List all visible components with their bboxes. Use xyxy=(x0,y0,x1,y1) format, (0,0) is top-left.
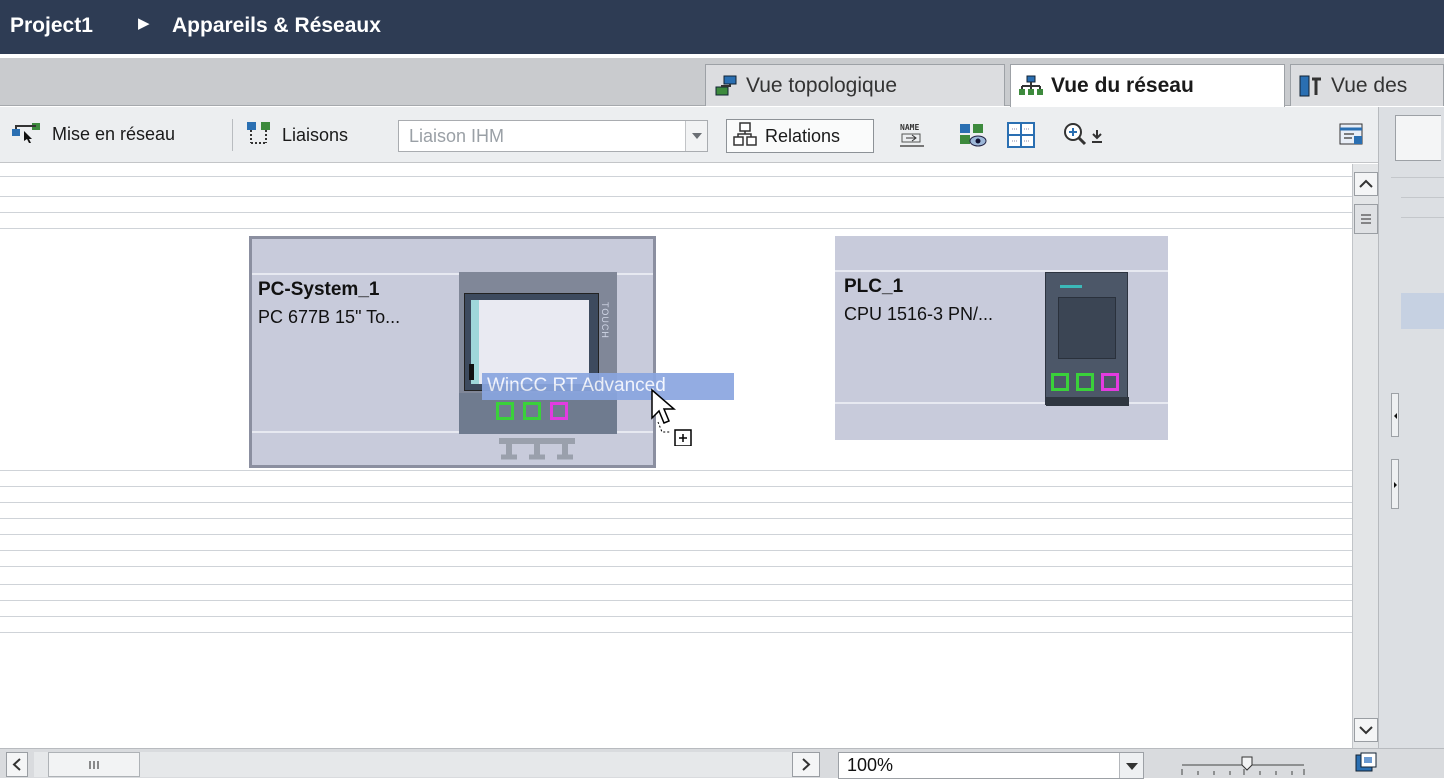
zoom-in-icon[interactable] xyxy=(1064,122,1110,153)
grid-line xyxy=(0,486,1352,487)
grid-line xyxy=(0,228,1352,229)
grip-icon xyxy=(1361,214,1371,224)
grid-line xyxy=(0,584,1352,585)
networking-icon xyxy=(10,121,44,148)
side-pane-divider xyxy=(1401,197,1444,198)
side-pane-tab[interactable] xyxy=(1395,115,1441,161)
horizontal-scroll-track[interactable] xyxy=(34,752,814,777)
side-pane-selected-row[interactable] xyxy=(1401,293,1444,329)
zoom-value: 100% xyxy=(847,755,894,775)
device-type: CPU 1516-3 PN/... xyxy=(844,304,994,324)
fit-to-view-icon[interactable] xyxy=(1354,751,1378,780)
scroll-left-button[interactable] xyxy=(6,752,28,777)
plc-display xyxy=(1058,297,1116,359)
drag-tooltip-label: WinCC RT Advanced xyxy=(487,375,666,396)
device-pc-system[interactable]: PC-System_1 PC 677B 15" To... TOUCH WinC… xyxy=(249,236,734,468)
zoom-select[interactable]: 100% xyxy=(838,752,1144,779)
relations-icon xyxy=(733,121,757,151)
device-type: PC 677B 15" To... xyxy=(258,307,401,327)
tab-network-view-label: Vue du réseau xyxy=(1051,74,1194,97)
scroll-up-button[interactable] xyxy=(1354,172,1378,196)
panel-touch-label: TOUCH xyxy=(600,302,610,339)
tab-network-view[interactable]: Vue du réseau xyxy=(1010,64,1285,107)
show-hide-address-icon[interactable] xyxy=(958,120,988,155)
grid-line xyxy=(0,600,1352,601)
port-icon xyxy=(550,402,568,420)
plc-status-led xyxy=(1060,285,1082,288)
chevron-down-icon xyxy=(1359,726,1373,735)
relations-button[interactable]: Relations xyxy=(726,119,874,153)
toolbar-divider xyxy=(232,119,233,151)
breadcrumb-section: Appareils & Réseaux xyxy=(172,14,381,37)
grid-line xyxy=(0,196,1352,197)
grid-line xyxy=(0,616,1352,617)
scroll-right-button[interactable] xyxy=(792,752,820,777)
chevron-left-icon xyxy=(12,758,21,771)
relations-label: Relations xyxy=(765,125,841,146)
port-icon xyxy=(523,402,541,420)
grid-line xyxy=(0,534,1352,535)
zoom-dropdown-icon[interactable] xyxy=(1119,753,1143,778)
connection-type-dropdown-icon[interactable] xyxy=(685,121,707,151)
tab-device-view[interactable]: Vue des xyxy=(1290,64,1444,106)
chevron-up-icon xyxy=(1359,179,1373,188)
network-view-icon xyxy=(1019,75,1043,97)
device-view-icon xyxy=(1299,75,1323,97)
port-icon xyxy=(1076,373,1094,391)
port-icon xyxy=(1101,373,1119,391)
tab-device-view-label: Vue des xyxy=(1331,73,1408,97)
topology-view-icon xyxy=(714,75,738,97)
canvas-status-bar: 100% xyxy=(0,748,1444,780)
grid-view-icon[interactable] xyxy=(1006,121,1036,154)
networking-label: Mise en réseau xyxy=(52,124,176,144)
panel-toggle-icon[interactable] xyxy=(1338,122,1364,151)
connection-type-select[interactable]: Liaison IHM xyxy=(398,120,708,152)
panel-screen xyxy=(471,300,589,384)
tab-topology-view[interactable]: Vue topologique xyxy=(705,64,1005,106)
tab-topology-view-label: Vue topologique xyxy=(746,73,898,97)
scroll-thumb[interactable] xyxy=(1354,204,1378,234)
networking-button[interactable]: Mise en réseau xyxy=(10,121,175,148)
grid-line xyxy=(0,502,1352,503)
port-icon xyxy=(496,402,514,420)
device-plc[interactable]: PLC_1 CPU 1516-3 PN/... xyxy=(835,236,1168,440)
horizontal-scroll-thumb[interactable] xyxy=(48,752,140,777)
grid-line xyxy=(0,518,1352,519)
overview-side-pane xyxy=(1378,107,1444,778)
title-bar: Project1 ▶ Appareils & Réseaux xyxy=(0,0,1444,54)
chevron-right-icon xyxy=(802,758,811,771)
grid-line xyxy=(0,566,1352,567)
connection-type-value: Liaison IHM xyxy=(409,126,505,146)
device-name[interactable]: PC-System_1 xyxy=(258,279,379,301)
svg-text:NAME: NAME xyxy=(900,123,919,132)
breadcrumb-separator-icon: ▶ xyxy=(138,15,150,32)
connections-button[interactable]: Liaisons xyxy=(246,121,348,150)
network-connector-icon xyxy=(499,438,575,460)
side-pane-divider xyxy=(1401,217,1444,218)
breadcrumb-project[interactable]: Project1 xyxy=(10,14,93,38)
grid-line xyxy=(0,550,1352,551)
collapse-left-handle[interactable] xyxy=(1391,393,1399,437)
grid-line xyxy=(0,212,1352,213)
zoom-slider[interactable] xyxy=(1178,753,1308,777)
view-tab-strip: Vue topologique Vue du réseau Vue des xyxy=(0,58,1444,107)
vertical-scrollbar[interactable] xyxy=(1352,164,1378,748)
grip-icon xyxy=(89,761,99,769)
scroll-down-button[interactable] xyxy=(1354,718,1378,742)
network-toolbar: Mise en réseau Liaisons Liaison IHM Rela… xyxy=(0,107,1444,163)
show-names-icon[interactable]: NAME xyxy=(898,120,926,155)
connections-label: Liaisons xyxy=(282,125,349,145)
drag-cursor-icon xyxy=(651,388,692,446)
collapse-right-handle[interactable] xyxy=(1391,459,1399,509)
grid-line xyxy=(0,176,1352,177)
device-name[interactable]: PLC_1 xyxy=(844,276,903,298)
connections-icon xyxy=(246,121,272,150)
plc-module-base xyxy=(1046,397,1129,406)
grid-line xyxy=(0,632,1352,633)
side-pane-divider xyxy=(1391,177,1444,178)
network-view-canvas[interactable]: PC-System_1 PC 677B 15" To... TOUCH WinC… xyxy=(0,164,1352,748)
port-icon xyxy=(1051,373,1069,391)
grid-line xyxy=(0,470,1352,471)
panel-indicator xyxy=(469,364,474,380)
